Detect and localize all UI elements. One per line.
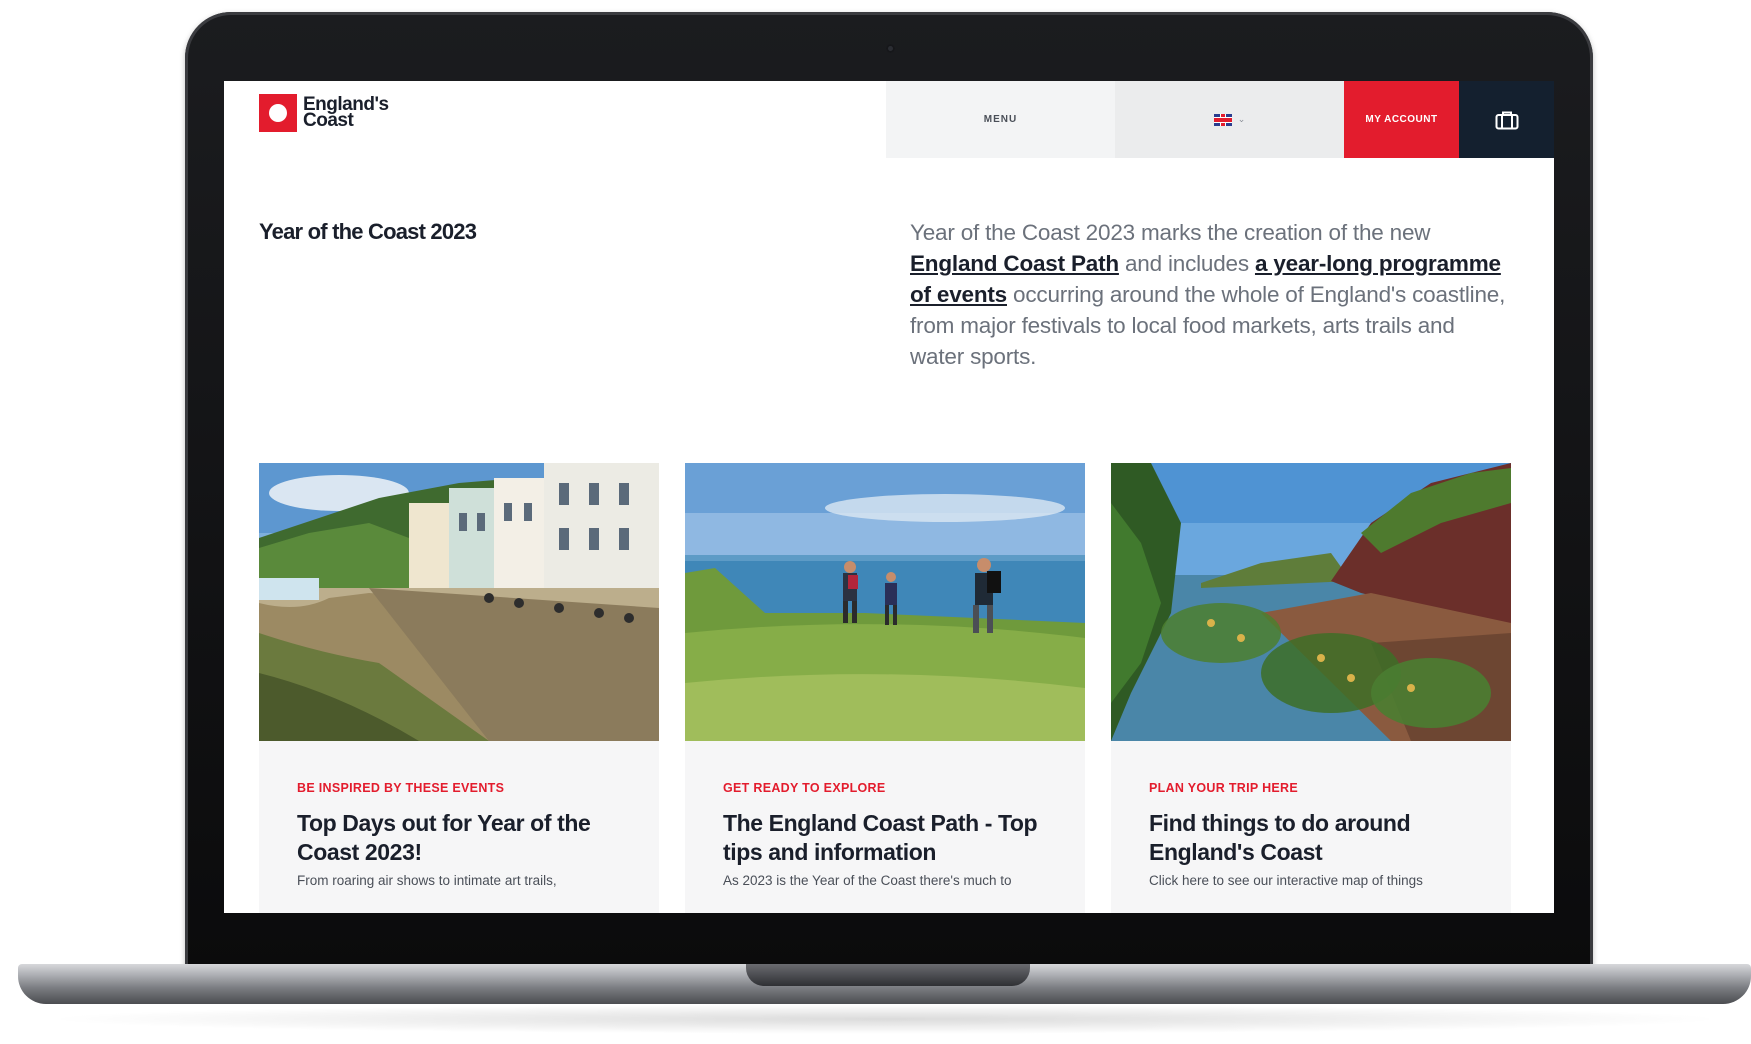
language-selector[interactable]: ⌄ <box>1115 81 1344 158</box>
card-kicker: BE INSPIRED BY THESE EVENTS <box>297 781 505 795</box>
card-image-coast-walkers <box>685 463 1085 741</box>
card-image-seafront-village <box>259 463 659 741</box>
card-england-coast-path[interactable]: GET READY TO EXPLORE The England Coast P… <box>685 463 1085 913</box>
intro-text-2: and includes <box>1118 251 1255 276</box>
card-image-cove <box>1111 463 1511 741</box>
bag-icon <box>1495 111 1518 129</box>
card-title[interactable]: Top Days out for Year of the Coast 2023! <box>297 809 637 867</box>
card-kicker: PLAN YOUR TRIP HERE <box>1149 781 1299 795</box>
card-title[interactable]: The England Coast Path - Top tips and in… <box>723 809 1063 867</box>
webcam <box>886 44 895 53</box>
my-account-label: MY ACCOUNT <box>1365 114 1438 125</box>
bag-button[interactable] <box>1459 81 1554 158</box>
card-top-days-out[interactable]: BE INSPIRED BY THESE EVENTS Top Days out… <box>259 463 659 913</box>
chevron-down-icon: ⌄ <box>1237 114 1246 124</box>
intro-paragraph: Year of the Coast 2023 marks the creatio… <box>910 217 1510 372</box>
card-excerpt: From roaring air shows to intimate art t… <box>297 873 557 888</box>
card-title[interactable]: Find things to do around England's Coast <box>1149 809 1489 867</box>
uk-flag-icon <box>1213 113 1232 126</box>
page-title: Year of the Coast 2023 <box>259 219 477 244</box>
laptop-base-notch <box>746 964 1030 986</box>
logo-text: England's Coast <box>303 95 389 131</box>
card-excerpt: As 2023 is the Year of the Coast there's… <box>723 873 1012 888</box>
card-things-to-do[interactable]: PLAN YOUR TRIP HERE Find things to do ar… <box>1111 463 1511 913</box>
card-kicker: GET READY TO EXPLORE <box>723 781 886 795</box>
laptop-shadow <box>40 1004 1730 1034</box>
menu-button[interactable]: MENU <box>886 81 1115 158</box>
england-coast-path-link[interactable]: England Coast Path <box>910 251 1119 276</box>
menu-label: MENU <box>983 114 1018 125</box>
site-logo[interactable]: England's Coast <box>259 94 389 132</box>
my-account-button[interactable]: MY ACCOUNT <box>1344 81 1459 158</box>
browser-screen: England's Coast MENU ⌄ MY ACCOUNT Year o… <box>224 81 1554 913</box>
intro-text-1: Year of the Coast 2023 marks the creatio… <box>910 220 1431 245</box>
logo-mark-icon <box>259 94 297 132</box>
logo-line-2: Coast <box>303 110 354 131</box>
card-excerpt: Click here to see our interactive map of… <box>1149 873 1423 888</box>
site-header: England's Coast MENU ⌄ MY ACCOUNT <box>224 81 1554 158</box>
